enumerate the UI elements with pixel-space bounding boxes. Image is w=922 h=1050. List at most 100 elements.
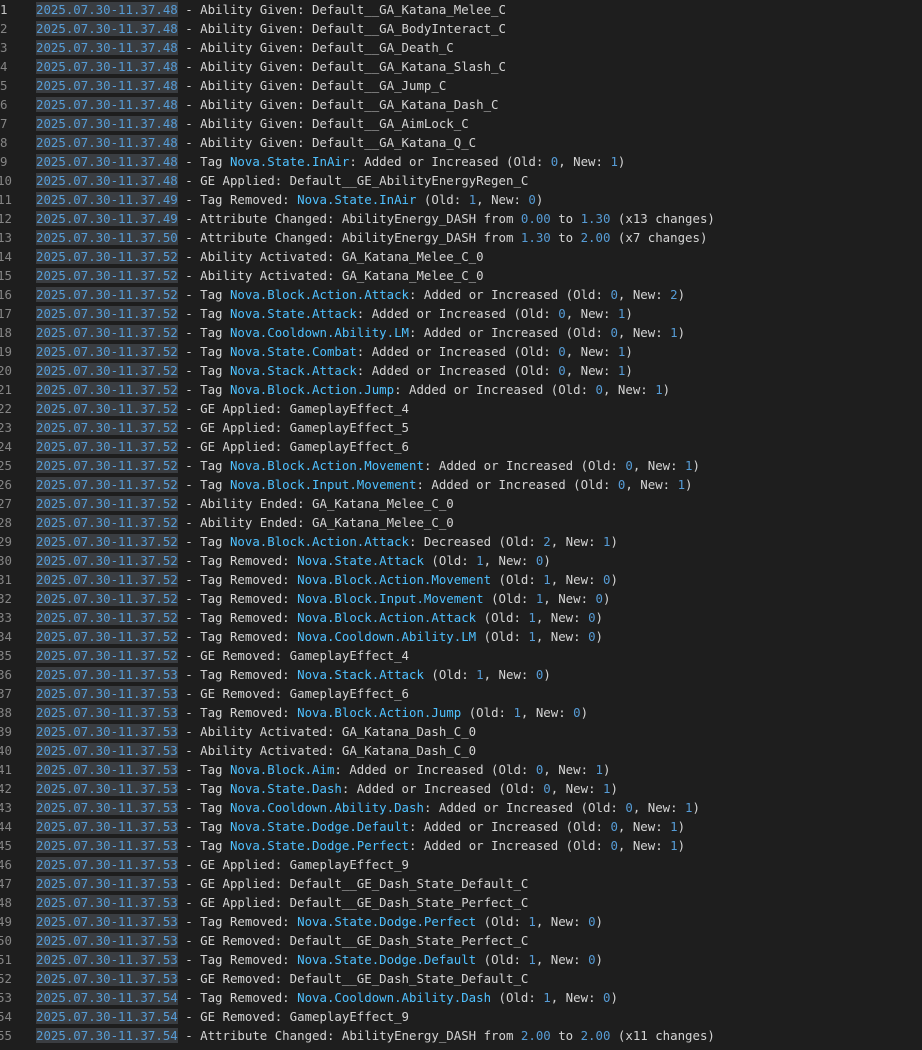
log-line[interactable]: 36 2025.07.30-11.37.53 - Tag Removed: Nov… [0, 665, 922, 684]
number-value: 0 [595, 382, 603, 397]
log-line[interactable]: 33 2025.07.30-11.37.52 - Tag Removed: Nov… [0, 608, 922, 627]
log-text: (Old: [483, 591, 536, 606]
log-line[interactable]: 8 2025.07.30-11.37.48 - Ability Given: De… [0, 133, 922, 152]
log-line[interactable]: 21 2025.07.30-11.37.52 - Tag Nova.Block.A… [0, 380, 922, 399]
log-line[interactable]: 41 2025.07.30-11.37.53 - Tag Nova.Block.A… [0, 760, 922, 779]
log-line-text: 2025.07.30-11.37.53 - Tag Removed: Nova.… [36, 703, 588, 722]
log-line-text: 2025.07.30-11.37.52 - Tag Nova.State.Att… [36, 304, 633, 323]
log-line[interactable]: 45 2025.07.30-11.37.53 - Tag Nova.State.D… [0, 836, 922, 855]
log-line[interactable]: 13 2025.07.30-11.37.50 - Attribute Change… [0, 228, 922, 247]
log-line[interactable]: 19 2025.07.30-11.37.52 - Tag Nova.State.C… [0, 342, 922, 361]
log-line[interactable]: 5 2025.07.30-11.37.48 - Ability Given: De… [0, 76, 922, 95]
number-value: 0 [610, 819, 618, 834]
gameplay-tag: Nova.State.Dodge.Perfect [229, 838, 410, 853]
log-text: - Ability Ended: GA_Katana_Melee_C_0 [177, 496, 454, 511]
log-line[interactable]: 15 2025.07.30-11.37.52 - Ability Activate… [0, 266, 922, 285]
log-line[interactable]: 42 2025.07.30-11.37.53 - Tag Nova.State.D… [0, 779, 922, 798]
log-line[interactable]: 55 2025.07.30-11.37.54 - Attribute Change… [0, 1026, 922, 1045]
log-line[interactable]: 25 2025.07.30-11.37.52 - Tag Nova.Block.A… [0, 456, 922, 475]
log-line[interactable]: 38 2025.07.30-11.37.53 - Tag Removed: Nov… [0, 703, 922, 722]
log-line[interactable]: 18 2025.07.30-11.37.52 - Tag Nova.Cooldow… [0, 323, 922, 342]
log-line[interactable]: 34 2025.07.30-11.37.52 - Tag Removed: Nov… [0, 627, 922, 646]
log-text: (x11 changes) [610, 1028, 715, 1043]
log-line-text: 2025.07.30-11.37.52 - Tag Nova.Block.Act… [36, 532, 618, 551]
log-text: (Old: [423, 553, 477, 568]
timestamp: 2025.07.30-11.37.48 [36, 97, 178, 112]
log-line[interactable]: 11 2025.07.30-11.37.49 - Tag Removed: Nov… [0, 190, 922, 209]
log-line[interactable]: 4 2025.07.30-11.37.48 - Ability Given: De… [0, 57, 922, 76]
log-text: - Ability Activated: GA_Katana_Dash_C_0 [177, 743, 477, 758]
log-line[interactable]: 3 2025.07.30-11.37.48 - Ability Given: De… [0, 38, 922, 57]
log-line[interactable]: 23 2025.07.30-11.37.52 - GE Applied: Game… [0, 418, 922, 437]
log-text: , New: [535, 610, 589, 625]
timestamp: 2025.07.30-11.37.48 [36, 21, 178, 36]
log-line[interactable]: 31 2025.07.30-11.37.52 - Tag Removed: Nov… [0, 570, 922, 589]
log-line[interactable]: 16 2025.07.30-11.37.52 - Tag Nova.Block.A… [0, 285, 922, 304]
log-editor[interactable]: 1 2025.07.30-11.37.48 - Ability Given: De… [0, 0, 922, 1050]
log-line[interactable]: 54 2025.07.30-11.37.54 - GE Removed: Game… [0, 1007, 922, 1026]
log-line[interactable]: 47 2025.07.30-11.37.53 - GE Applied: Defa… [0, 874, 922, 893]
timestamp: 2025.07.30-11.37.53 [36, 762, 178, 777]
log-line[interactable]: 14 2025.07.30-11.37.52 - Ability Activate… [0, 247, 922, 266]
log-line[interactable]: 52 2025.07.30-11.37.53 - GE Removed: Defa… [0, 969, 922, 988]
log-line[interactable]: 48 2025.07.30-11.37.53 - GE Applied: Defa… [0, 893, 922, 912]
log-line[interactable]: 17 2025.07.30-11.37.52 - Tag Nova.State.A… [0, 304, 922, 323]
number-value: 1 [670, 838, 678, 853]
log-line[interactable]: 35 2025.07.30-11.37.52 - GE Removed: Game… [0, 646, 922, 665]
line-number: 45 [0, 838, 12, 853]
log-text: ) [602, 762, 611, 777]
log-line[interactable]: 29 2025.07.30-11.37.52 - Tag Nova.Block.A… [0, 532, 922, 551]
log-line[interactable]: 37 2025.07.30-11.37.53 - GE Removed: Game… [0, 684, 922, 703]
line-number: 9 [0, 154, 8, 169]
timestamp: 2025.07.30-11.37.52 [36, 648, 178, 663]
log-line[interactable]: 26 2025.07.30-11.37.52 - Tag Nova.Block.I… [0, 475, 922, 494]
log-line[interactable]: 10 2025.07.30-11.37.48 - GE Applied: Defa… [0, 171, 922, 190]
number-value: 2.00 [580, 1028, 611, 1043]
log-text: ) [625, 363, 633, 378]
number-value: 1 [543, 990, 551, 1005]
log-text: ) [677, 287, 686, 302]
log-line[interactable]: 50 2025.07.30-11.37.53 - GE Removed: Defa… [0, 931, 922, 950]
log-text: - Tag [177, 287, 230, 302]
number-value: 1 [528, 952, 536, 967]
log-text: , New: [550, 990, 603, 1005]
log-line[interactable]: 2 2025.07.30-11.37.48 - Ability Given: De… [0, 19, 922, 38]
log-line[interactable]: 49 2025.07.30-11.37.53 - Tag Removed: Nov… [0, 912, 922, 931]
log-line[interactable]: 24 2025.07.30-11.37.52 - GE Applied: Game… [0, 437, 922, 456]
log-text: - Ability Given: Default__GA_Jump_C [177, 78, 447, 93]
timestamp: 2025.07.30-11.37.52 [36, 591, 178, 606]
log-line[interactable]: 12 2025.07.30-11.37.49 - Attribute Change… [0, 209, 922, 228]
log-line[interactable]: 30 2025.07.30-11.37.52 - Tag Removed: Nov… [0, 551, 922, 570]
log-line[interactable]: 43 2025.07.30-11.37.53 - Tag Nova.Cooldow… [0, 798, 922, 817]
log-text: (Old: [416, 192, 469, 207]
log-text: , New: [535, 952, 589, 967]
log-line[interactable]: 53 2025.07.30-11.37.54 - Tag Removed: Nov… [0, 988, 922, 1007]
line-number: 34 [0, 629, 12, 644]
log-line[interactable]: 1 2025.07.30-11.37.48 - Ability Given: De… [0, 0, 922, 19]
log-line[interactable]: 7 2025.07.30-11.37.48 - Ability Given: De… [0, 114, 922, 133]
log-text: ) [685, 477, 693, 492]
log-text: - Tag Removed: [177, 192, 298, 207]
log-text: , New: [535, 629, 589, 644]
log-line[interactable]: 40 2025.07.30-11.37.53 - Ability Activate… [0, 741, 922, 760]
log-line[interactable]: 44 2025.07.30-11.37.53 - Tag Nova.State.D… [0, 817, 922, 836]
log-text: - Tag [177, 306, 230, 321]
log-text: : Decreased (Old: [409, 534, 544, 549]
log-line[interactable]: 46 2025.07.30-11.37.53 - GE Applied: Game… [0, 855, 922, 874]
log-line[interactable]: 20 2025.07.30-11.37.52 - Tag Nova.Stack.A… [0, 361, 922, 380]
number-value: 0 [625, 458, 633, 473]
log-line[interactable]: 39 2025.07.30-11.37.53 - Ability Activate… [0, 722, 922, 741]
log-line[interactable]: 6 2025.07.30-11.37.48 - Ability Given: De… [0, 95, 922, 114]
gameplay-tag: Nova.State.Combat [229, 344, 357, 359]
timestamp: 2025.07.30-11.37.52 [36, 610, 178, 625]
number-value: 2 [670, 287, 678, 302]
log-line-text: 2025.07.30-11.37.48 - Ability Given: Def… [36, 133, 476, 152]
log-line[interactable]: 9 2025.07.30-11.37.48 - Tag Nova.State.In… [0, 152, 922, 171]
log-text: - Tag [177, 458, 230, 473]
log-line[interactable]: 51 2025.07.30-11.37.53 - Tag Removed: Nov… [0, 950, 922, 969]
log-line[interactable]: 32 2025.07.30-11.37.52 - Tag Removed: Nov… [0, 589, 922, 608]
log-line[interactable]: 28 2025.07.30-11.37.52 - Ability Ended: G… [0, 513, 922, 532]
log-lines[interactable]: 1 2025.07.30-11.37.48 - Ability Given: De… [0, 0, 922, 1045]
log-line[interactable]: 27 2025.07.30-11.37.52 - Ability Ended: G… [0, 494, 922, 513]
log-line[interactable]: 22 2025.07.30-11.37.52 - GE Applied: Game… [0, 399, 922, 418]
